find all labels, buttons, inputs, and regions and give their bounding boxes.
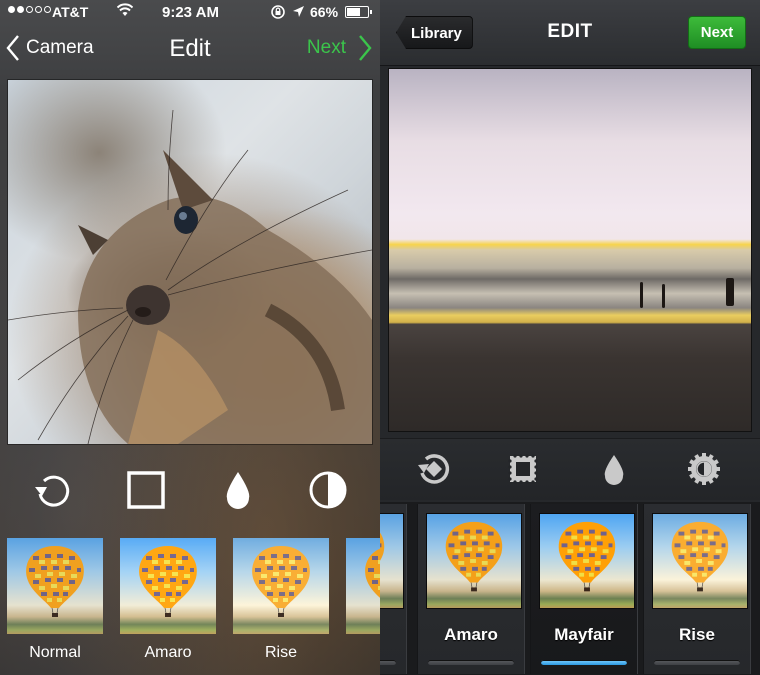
balloon-thumbnail	[540, 514, 634, 608]
balloon-thumbnail	[380, 514, 403, 608]
filter-amaro[interactable]: Amaro	[120, 538, 216, 662]
battery-percent: 66%	[310, 4, 339, 20]
location-arrow-icon	[292, 5, 305, 21]
edit-tools	[380, 438, 760, 500]
wifi-icon	[116, 3, 134, 20]
filter-thumbnail	[7, 538, 103, 634]
back-label: Camera	[26, 37, 94, 58]
tilt-shift-drop-icon	[226, 472, 250, 509]
signal-strength-icon	[8, 6, 51, 13]
filter-label: Amaro	[144, 644, 192, 661]
status-bar: AT&T 9:23 AM 66%	[0, 0, 380, 24]
next-button[interactable]: Next	[307, 34, 372, 62]
beach-figure	[640, 282, 643, 308]
hot-air-balloon-image	[380, 532, 385, 561]
left-edit-screen: AT&T 9:23 AM 66% Camera Edit Next Normal…	[0, 0, 380, 675]
carrier-name: AT&T	[52, 4, 89, 20]
filter-label: Normal	[29, 644, 81, 661]
filter-indicator	[380, 660, 396, 665]
rotate-icon	[418, 454, 450, 484]
filter-thumbnail	[346, 538, 380, 634]
next-label: Next	[306, 37, 346, 58]
balloon-thumbnail	[427, 514, 521, 608]
tilt-shift-drop-icon	[604, 455, 624, 485]
selected-indicator	[541, 660, 627, 665]
photo-preview[interactable]	[388, 68, 752, 432]
filter-label: Amaro	[444, 625, 498, 644]
back-camera-button[interactable]: Camera	[6, 34, 94, 62]
filter-h[interactable]: H	[346, 538, 380, 662]
filter-thumbnail	[380, 513, 404, 609]
border-frame-icon	[508, 454, 538, 484]
filter-indicator	[428, 660, 514, 665]
hot-air-balloon-image	[558, 521, 616, 592]
balloon-thumbnail	[233, 538, 329, 634]
filter-thumbnail	[426, 513, 522, 609]
filter-al[interactable]: al	[380, 504, 407, 674]
beach-figure	[662, 284, 665, 308]
hot-air-balloon-image	[26, 546, 84, 617]
filter-thumbnail	[120, 538, 216, 634]
filter-label: H	[346, 644, 380, 662]
border-button[interactable]	[116, 460, 176, 520]
tilt-shift-button[interactable]	[592, 447, 636, 491]
filter-rise[interactable]: Rise	[233, 538, 329, 662]
balloon-thumbnail	[653, 514, 747, 608]
clock: 9:23 AM	[162, 4, 219, 21]
orientation-lock-icon	[270, 4, 286, 23]
filter-thumbnail	[233, 538, 329, 634]
nav-bar: Camera Edit Next	[0, 28, 380, 72]
right-edit-screen: Library EDIT Next Amaro Mayfair Rise	[380, 0, 760, 675]
contrast-button[interactable]	[298, 460, 358, 520]
rotate-button[interactable]	[412, 447, 456, 491]
filter-label: Rise	[264, 644, 297, 661]
filter-thumbnail	[539, 513, 635, 609]
rotate-icon	[35, 475, 70, 507]
photo-preview[interactable]	[8, 80, 372, 444]
tilt-shift-button[interactable]	[208, 460, 268, 520]
chevron-right-icon	[359, 35, 372, 61]
edit-tools	[0, 460, 380, 520]
filter-strip[interactable]: Normal Amaro Rise H	[0, 538, 380, 668]
filter-label: al	[380, 625, 406, 645]
hot-air-balloon-image	[252, 546, 310, 617]
filter-amaro[interactable]: Amaro	[417, 504, 525, 674]
next-button[interactable]: Next	[688, 16, 746, 49]
hot-air-balloon-image	[445, 521, 503, 592]
hot-air-balloon-image	[671, 521, 729, 592]
filter-label: Mayfair	[554, 625, 614, 644]
squirrel-photo	[8, 109, 372, 444]
filter-thumbnail	[652, 513, 748, 609]
contrast-icon	[309, 471, 347, 509]
filter-mayfair[interactable]: Mayfair	[530, 504, 638, 674]
rotate-button[interactable]	[22, 460, 82, 520]
border-button[interactable]	[501, 447, 545, 491]
balloon-thumbnail	[120, 538, 216, 634]
filter-normal[interactable]: Normal	[7, 538, 103, 662]
border-frame-icon	[127, 471, 165, 509]
beach-figure	[726, 278, 734, 306]
filter-label: Rise	[679, 625, 715, 644]
hot-air-balloon-image	[139, 546, 197, 617]
balloon-thumbnail	[7, 538, 103, 634]
top-bar: Library EDIT Next	[380, 0, 760, 66]
filter-strip[interactable]: al Amaro Mayfair Rise	[380, 502, 760, 675]
filter-indicator	[654, 660, 740, 665]
chevron-left-icon	[6, 35, 19, 61]
battery-icon	[345, 6, 372, 18]
lux-button[interactable]	[682, 447, 726, 491]
balloon-thumbnail	[346, 538, 380, 634]
lux-brightness-icon	[688, 453, 720, 485]
filter-rise[interactable]: Rise	[643, 504, 751, 674]
hot-air-balloon-image	[365, 548, 380, 598]
